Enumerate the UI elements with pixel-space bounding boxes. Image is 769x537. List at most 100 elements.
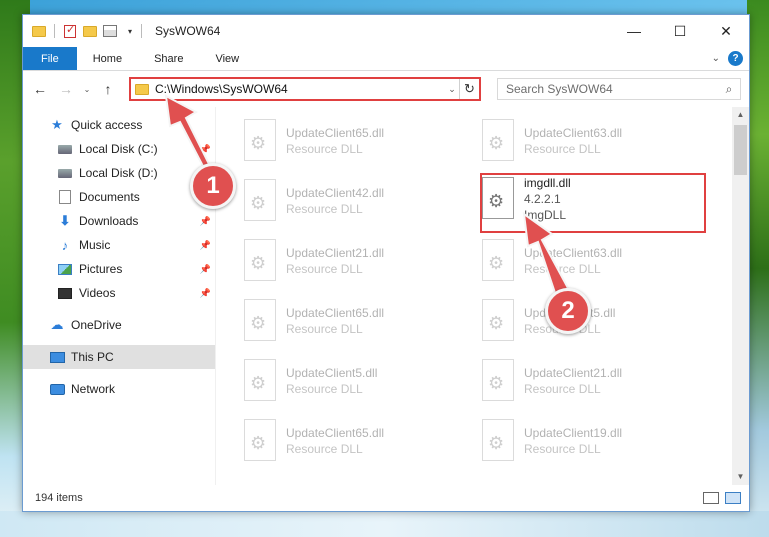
sidebar-item-label: Local Disk (C:) bbox=[79, 142, 158, 156]
properties-check-icon[interactable] bbox=[62, 23, 78, 39]
sidebar-item-local-disk-d[interactable]: Local Disk (D:) bbox=[23, 161, 215, 185]
dll-file-icon: ⚙ bbox=[240, 179, 278, 223]
sidebar-item-label: This PC bbox=[71, 350, 114, 364]
explorer-window: ▾ SysWOW64 — ☐ ✕ File Home Share View ⌄ … bbox=[22, 14, 750, 512]
address-dropdown-icon[interactable]: ⌄ bbox=[445, 84, 459, 95]
separator bbox=[54, 24, 55, 38]
tab-file[interactable]: File bbox=[23, 47, 77, 70]
up-button[interactable]: ↑ bbox=[97, 78, 119, 100]
dll-file-icon: ⚙ bbox=[478, 419, 516, 463]
large-icons-view-icon[interactable] bbox=[725, 492, 741, 504]
address-path[interactable]: C:\Windows\SysWOW64 bbox=[155, 82, 445, 96]
navigation-bar: ← → ⌄ ↑ C:\Windows\SysWOW64 ⌄ ↻ Search S… bbox=[23, 71, 749, 107]
file-item[interactable]: ⚙ UpdateClient65.dll Resource DLL bbox=[240, 415, 462, 467]
scroll-down-icon[interactable]: ▼ bbox=[732, 469, 749, 485]
search-icon[interactable]: ⌕ bbox=[718, 82, 740, 97]
sidebar-item-videos[interactable]: Videos 📌 bbox=[23, 281, 215, 305]
videos-icon bbox=[57, 285, 73, 301]
wallpaper-palm-right bbox=[747, 0, 769, 537]
file-name: UpdateClient19.dll bbox=[524, 426, 623, 440]
dll-file-icon: ⚙ bbox=[240, 239, 278, 283]
sidebar-item-quick-access[interactable]: ★ Quick access bbox=[23, 113, 215, 137]
disk-icon bbox=[57, 165, 73, 181]
downloads-icon: ⬇ bbox=[59, 213, 71, 228]
scrollbar-thumb[interactable] bbox=[734, 125, 747, 175]
documents-icon bbox=[57, 189, 73, 205]
expand-ribbon-icon[interactable]: ⌄ bbox=[712, 53, 720, 64]
sidebar-item-documents[interactable]: Documents bbox=[23, 185, 215, 209]
properties-icon[interactable] bbox=[102, 23, 118, 39]
search-placeholder: Search SysWOW64 bbox=[506, 82, 613, 96]
file-item[interactable]: ⚙ UpdateClient19.dll Resource DLL bbox=[478, 415, 700, 467]
search-input[interactable]: Search SysWOW64 ⌕ bbox=[497, 78, 741, 100]
pin-icon: 📌 bbox=[199, 263, 211, 274]
sidebar-item-label: Local Disk (D:) bbox=[79, 166, 158, 180]
customize-toolbar-icon[interactable]: ▾ bbox=[122, 23, 138, 39]
minimize-button[interactable]: — bbox=[611, 15, 657, 47]
file-description: Resource DLL bbox=[524, 262, 601, 276]
file-name: UpdateClient65.dll bbox=[286, 306, 385, 320]
computer-icon bbox=[49, 349, 65, 365]
back-button[interactable]: ← bbox=[29, 78, 51, 100]
wallpaper-bottom bbox=[0, 511, 769, 537]
disk-icon bbox=[57, 141, 73, 157]
maximize-button[interactable]: ☐ bbox=[657, 15, 703, 47]
sidebar-item-local-disk-c[interactable]: Local Disk (C:) 📌 bbox=[23, 137, 215, 161]
folder-icon bbox=[135, 83, 149, 95]
tab-home[interactable]: Home bbox=[77, 47, 138, 70]
file-description: Resource DLL bbox=[286, 382, 363, 396]
file-item[interactable]: ⚙ UpdateClient63.dll Resource DLL bbox=[478, 115, 700, 167]
file-item[interactable]: ⚙ UpdateClient42.dll Resource DLL bbox=[240, 175, 462, 227]
help-icon[interactable]: ? bbox=[728, 51, 743, 66]
sidebar-item-onedrive[interactable]: ☁ OneDrive bbox=[23, 313, 215, 337]
sidebar-item-label: Network bbox=[71, 382, 116, 396]
pin-icon: 📌 bbox=[199, 215, 211, 226]
file-item[interactable]: ⚙ UpdateClient5.dll Resource DLL bbox=[240, 355, 462, 407]
file-name: UpdateClient63.dll bbox=[524, 246, 623, 260]
file-item[interactable]: ⚙ UpdateClient21.dll Resource DLL bbox=[240, 235, 462, 287]
recent-locations-button[interactable]: ⌄ bbox=[81, 78, 93, 100]
title-bar[interactable]: ▾ SysWOW64 — ☐ ✕ bbox=[23, 15, 749, 47]
pin-icon: 📌 bbox=[199, 287, 211, 298]
sidebar-item-network[interactable]: Network bbox=[23, 377, 215, 401]
file-description: Resource DLL bbox=[286, 322, 363, 336]
new-folder-icon[interactable] bbox=[82, 23, 98, 39]
file-description: Resource DLL bbox=[286, 442, 363, 456]
file-description: Resource DLL bbox=[524, 142, 601, 156]
main-content: ★ Quick access Local Disk (C:) 📌 Local D… bbox=[23, 107, 749, 485]
sidebar-item-pictures[interactable]: Pictures 📌 bbox=[23, 257, 215, 281]
sidebar-item-downloads[interactable]: ⬇ Downloads 📌 bbox=[23, 209, 215, 233]
network-icon bbox=[49, 381, 65, 397]
status-bar: 194 items bbox=[23, 485, 749, 511]
sidebar-item-label: Pictures bbox=[79, 262, 123, 276]
close-button[interactable]: ✕ bbox=[703, 15, 749, 47]
details-view-icon[interactable] bbox=[703, 492, 719, 504]
file-description: Resource DLL bbox=[524, 382, 601, 396]
window-controls: — ☐ ✕ bbox=[611, 15, 749, 47]
forward-button[interactable]: → bbox=[55, 78, 77, 100]
file-item[interactable]: ⚙ UpdateClient21.dll Resource DLL bbox=[478, 355, 700, 407]
file-item[interactable]: ⚙ UpdateClient65.dll Resource DLL bbox=[240, 115, 462, 167]
vertical-scrollbar[interactable]: ▲ ▼ bbox=[732, 107, 749, 485]
file-name: UpdateClient65.dll bbox=[286, 426, 385, 440]
separator bbox=[141, 24, 142, 38]
file-name: UpdateClient5.dll bbox=[286, 366, 378, 380]
sidebar-item-label: Music bbox=[79, 238, 111, 252]
ribbon-right: ⌄ ? bbox=[712, 47, 743, 70]
ribbon-tabs: File Home Share View ⌄ ? bbox=[23, 47, 749, 71]
tab-share[interactable]: Share bbox=[138, 47, 199, 70]
sidebar-item-label: Downloads bbox=[79, 214, 139, 228]
navigation-pane: ★ Quick access Local Disk (C:) 📌 Local D… bbox=[23, 107, 216, 485]
callout-1: 1 bbox=[190, 163, 236, 209]
dll-file-icon: ⚙ bbox=[478, 299, 516, 343]
sidebar-item-music[interactable]: ♪ Music 📌 bbox=[23, 233, 215, 257]
sidebar-item-this-pc[interactable]: This PC bbox=[23, 345, 215, 369]
scroll-up-icon[interactable]: ▲ bbox=[732, 107, 749, 123]
tab-view[interactable]: View bbox=[199, 47, 255, 70]
star-icon: ★ bbox=[51, 117, 63, 132]
refresh-button[interactable]: ↻ bbox=[459, 79, 479, 99]
file-item[interactable]: ⚙ UpdateClient63.dll Resource DLL bbox=[478, 235, 700, 287]
address-bar[interactable]: C:\Windows\SysWOW64 ⌄ ↻ bbox=[129, 77, 481, 101]
file-item[interactable]: ⚙ UpdateClient65.dll Resource DLL bbox=[240, 295, 462, 347]
window-title: SysWOW64 bbox=[155, 24, 221, 38]
